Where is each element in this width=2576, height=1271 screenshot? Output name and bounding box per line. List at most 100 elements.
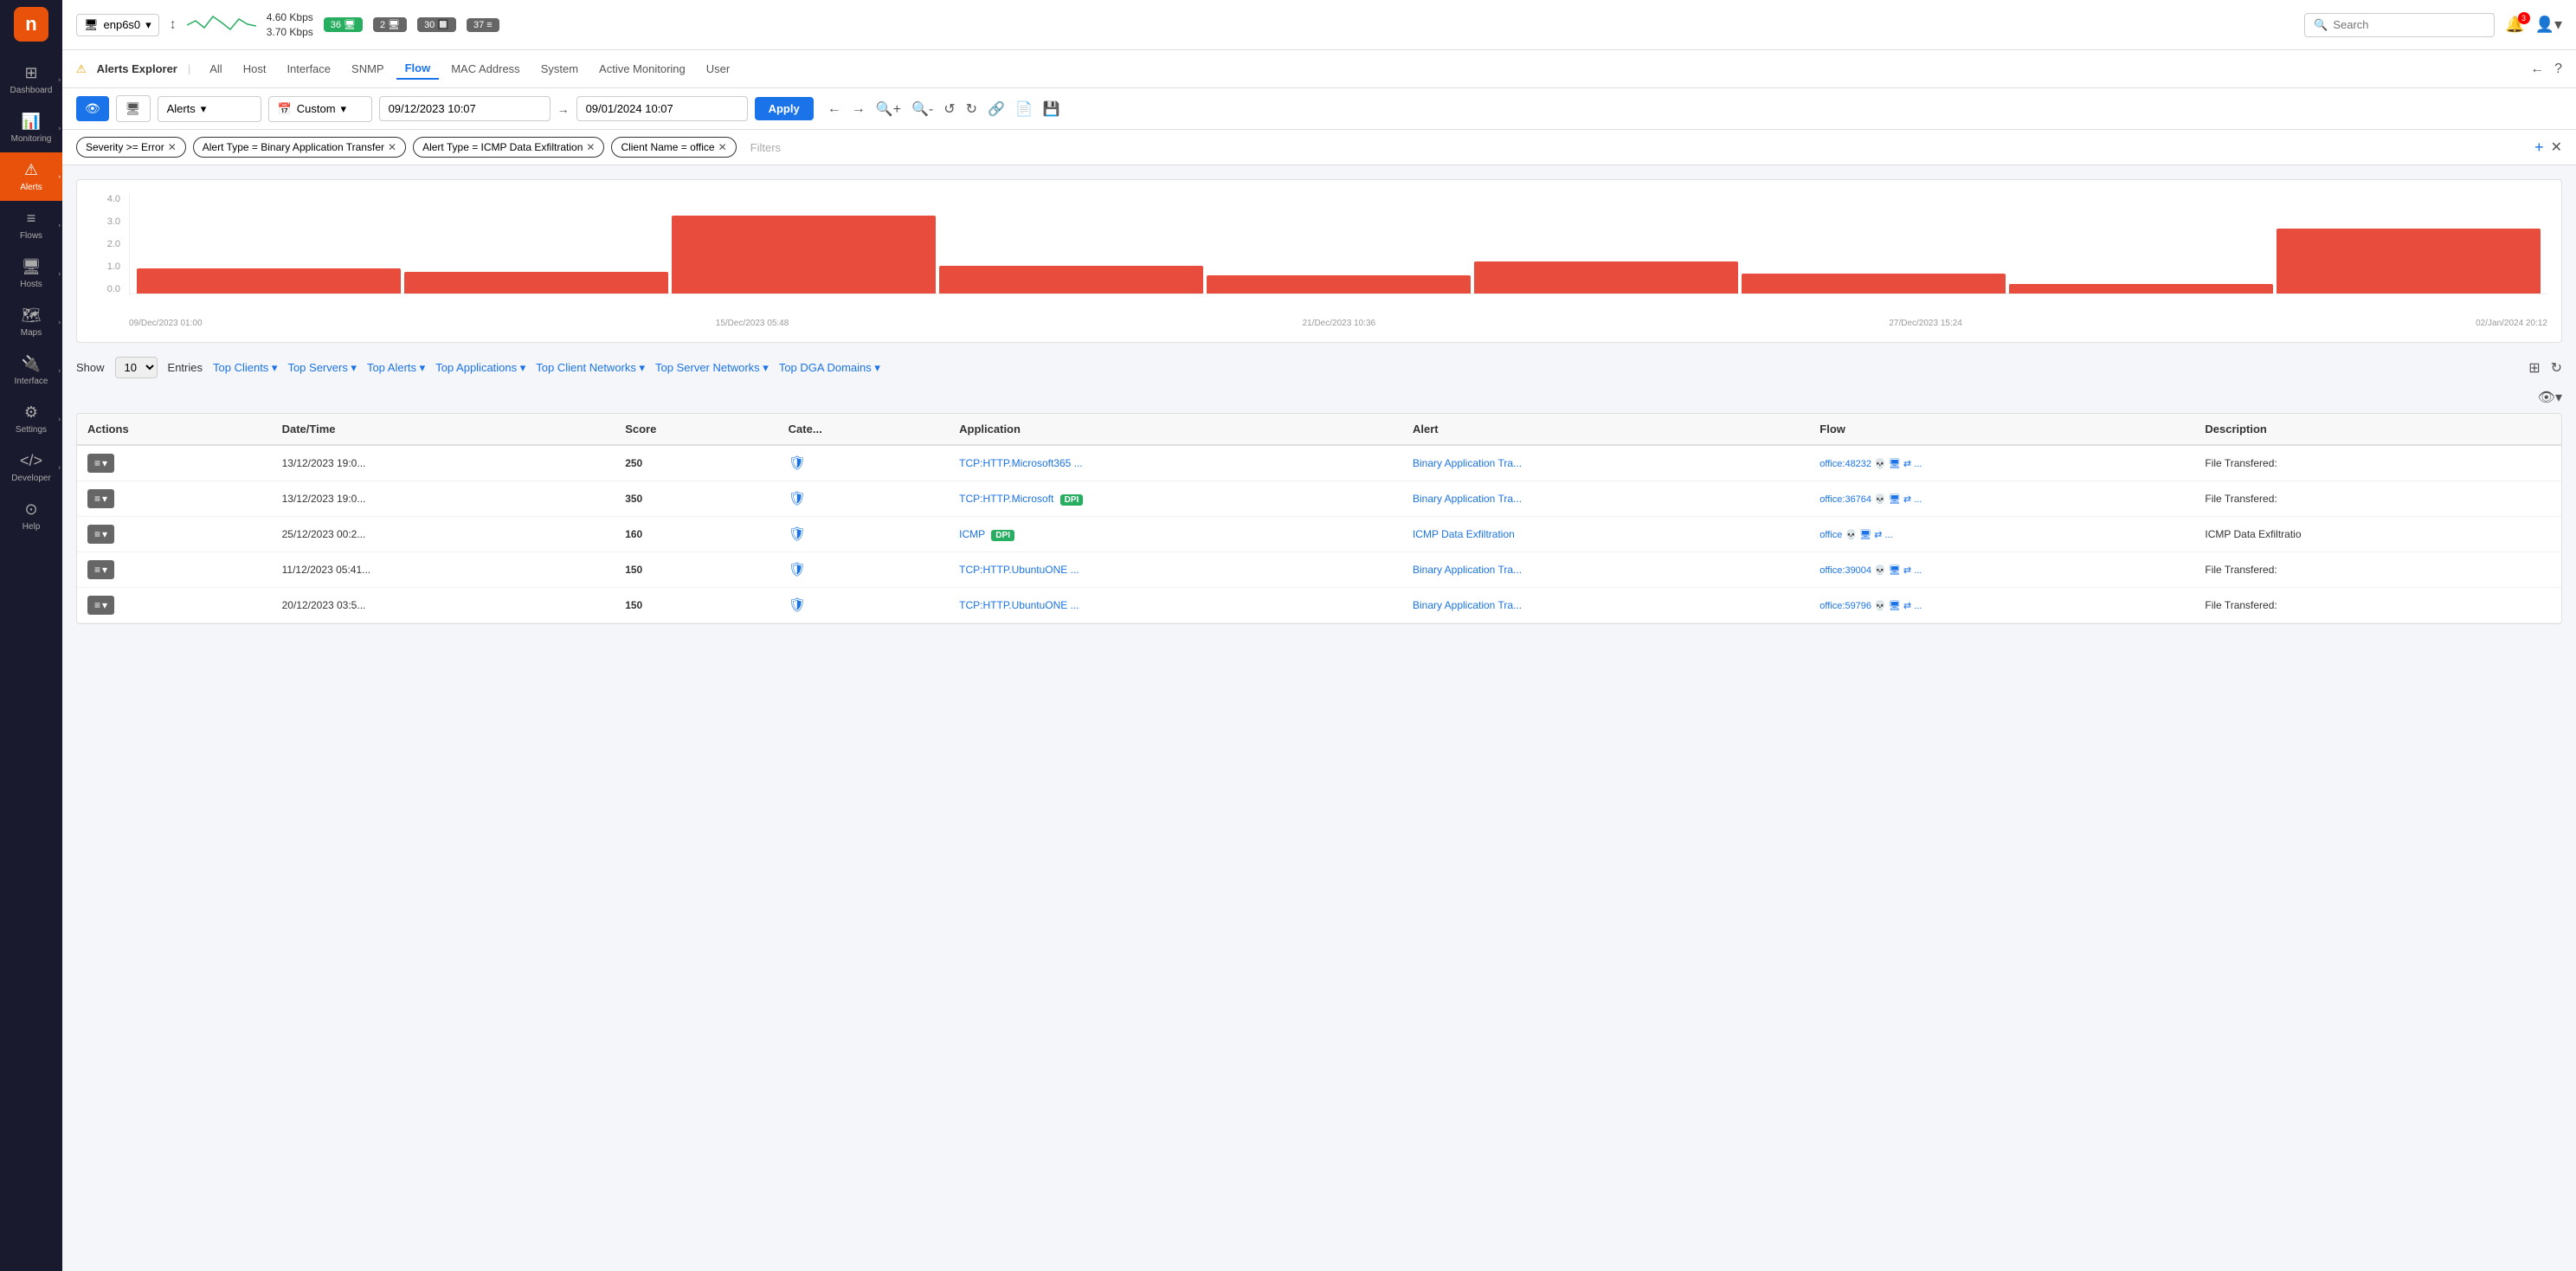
- permalink-button[interactable]: 🔗: [984, 97, 1008, 121]
- sidebar-item-interface[interactable]: 🔌 Interface ›: [0, 346, 62, 395]
- filter-remove-button[interactable]: ✕: [718, 141, 727, 153]
- application-link[interactable]: TCP:HTTP.Microsoft: [959, 493, 1053, 505]
- interface-icon: 🖥: [84, 18, 99, 32]
- col-header-flow[interactable]: Flow: [1809, 414, 2194, 445]
- xaxis-label: 21/Dec/2023 10:36: [1303, 319, 1376, 328]
- flow-link[interactable]: office 💀 🖥 ⇄ ...: [1819, 530, 1892, 540]
- tab-snmp[interactable]: SNMP: [343, 59, 393, 79]
- badge-hosts[interactable]: 36 🖥: [324, 17, 363, 32]
- sidebar-item-monitoring[interactable]: 📊 Monitoring ›: [0, 104, 62, 152]
- flow-link[interactable]: office:48232 💀 🖥 ⇄ ...: [1819, 459, 1922, 469]
- chart-bar: [672, 216, 936, 294]
- search-input[interactable]: [2333, 18, 2485, 31]
- top-client-networks-button[interactable]: Top Client Networks ▾: [536, 361, 645, 375]
- flow-link[interactable]: office:36764 💀 🖥 ⇄ ...: [1819, 494, 1922, 505]
- zoom-out-button[interactable]: 🔍-: [908, 97, 937, 121]
- apply-button[interactable]: Apply: [755, 97, 814, 120]
- application-link[interactable]: TCP:HTTP.UbuntuONE ...: [959, 599, 1079, 611]
- col-header-category[interactable]: Cate...: [778, 414, 949, 445]
- notification-button[interactable]: 🔔 3: [2505, 16, 2524, 34]
- flow-link[interactable]: office:59796 💀 🖥 ⇄ ...: [1819, 601, 1922, 611]
- alert-link[interactable]: Binary Application Tra...: [1413, 599, 1522, 611]
- col-header-description[interactable]: Description: [2194, 414, 2561, 445]
- alert-link[interactable]: Binary Application Tra...: [1413, 457, 1522, 469]
- filter-tools: ← → 🔍+ 🔍- ↺ ↻ 🔗 📄 💾: [824, 97, 1064, 121]
- application-link[interactable]: ICMP: [959, 528, 985, 540]
- refresh-table-button[interactable]: ↻: [2551, 359, 2562, 377]
- top-server-networks-button[interactable]: Top Server Networks ▾: [655, 361, 769, 375]
- top-clients-button[interactable]: Top Clients ▾: [213, 361, 277, 375]
- add-filter-button[interactable]: +: [2534, 139, 2544, 157]
- filter-remove-button[interactable]: ✕: [586, 141, 595, 153]
- col-header-application[interactable]: Application: [949, 414, 1402, 445]
- refresh-button[interactable]: ↻: [963, 97, 981, 121]
- prev-period-button[interactable]: ←: [824, 98, 845, 120]
- date-from-input[interactable]: [379, 96, 551, 121]
- next-period-button[interactable]: →: [848, 98, 869, 120]
- sidebar-item-developer[interactable]: </> Developer ›: [0, 443, 62, 492]
- top-alerts-button[interactable]: Top Alerts ▾: [367, 361, 425, 375]
- visibility-options-button[interactable]: 👁▾: [2538, 389, 2562, 406]
- alert-link[interactable]: Binary Application Tra...: [1413, 564, 1522, 576]
- tab-flow[interactable]: Flow: [396, 58, 440, 80]
- flow-link[interactable]: office:39004 💀 🖥 ⇄ ...: [1819, 565, 1922, 576]
- badge-2[interactable]: 2 🖥: [373, 17, 407, 32]
- filter-remove-button[interactable]: ✕: [168, 141, 177, 153]
- badge-30[interactable]: 30 🔲: [417, 17, 456, 32]
- reset-button[interactable]: ↺: [940, 97, 958, 121]
- col-header-score[interactable]: Score: [615, 414, 777, 445]
- row-action-button[interactable]: ≡ ▾: [87, 454, 114, 473]
- application-link[interactable]: TCP:HTTP.UbuntuONE ...: [959, 564, 1079, 576]
- application-link[interactable]: TCP:HTTP.Microsoft365 ...: [959, 457, 1082, 469]
- app-logo[interactable]: n: [14, 7, 48, 42]
- zoom-in-button[interactable]: 🔍+: [873, 97, 905, 121]
- row-action-button[interactable]: ≡ ▾: [87, 489, 114, 508]
- col-header-alert[interactable]: Alert: [1402, 414, 1809, 445]
- alert-link[interactable]: Binary Application Tra...: [1413, 493, 1522, 505]
- row-action-button[interactable]: ≡ ▾: [87, 525, 114, 544]
- cell-application: TCP:HTTP.Microsoft365 ...: [949, 445, 1402, 481]
- traffic-sparkline: [187, 12, 256, 38]
- search-box[interactable]: 🔍: [2304, 13, 2495, 37]
- chevron-icon: ›: [58, 76, 61, 84]
- filter-remove-button[interactable]: ✕: [388, 141, 396, 153]
- columns-toggle-button[interactable]: ⊞: [2528, 359, 2540, 377]
- dashboard-icon: ⊞: [24, 64, 37, 82]
- entries-select[interactable]: 10 25 50: [115, 357, 158, 378]
- row-action-button[interactable]: ≡ ▾: [87, 596, 114, 615]
- sidebar-item-settings[interactable]: ⚙ Settings ›: [0, 395, 62, 443]
- user-menu-button[interactable]: 👤▾: [2535, 16, 2562, 34]
- sidebar-item-alerts[interactable]: ⚠ Alerts ›: [0, 152, 62, 201]
- top-servers-button[interactable]: Top Servers ▾: [287, 361, 357, 375]
- tab-monitoring[interactable]: Active Monitoring: [590, 59, 694, 79]
- clear-filters-button[interactable]: ✕: [2551, 139, 2562, 156]
- col-header-datetime[interactable]: Date/Time: [272, 414, 615, 445]
- date-to-input[interactable]: [576, 96, 748, 121]
- sidebar-item-help[interactable]: ⊙ Help: [0, 492, 62, 540]
- save-button[interactable]: 💾: [1040, 97, 1064, 121]
- view-toggle-button[interactable]: 👁: [76, 96, 109, 121]
- time-preset-dropdown[interactable]: 📅 Custom ▾: [268, 96, 372, 122]
- sidebar-item-dashboard[interactable]: ⊞ Dashboard ›: [0, 55, 62, 104]
- sidebar-item-flows[interactable]: ≡ Flows ›: [0, 201, 62, 249]
- top-applications-button[interactable]: Top Applications ▾: [435, 361, 525, 375]
- back-button[interactable]: ←: [2530, 61, 2544, 77]
- sidebar-item-maps[interactable]: 🗺 Maps ›: [0, 298, 62, 346]
- export-button[interactable]: 📄: [1012, 97, 1036, 121]
- tab-mac[interactable]: MAC Address: [442, 59, 528, 79]
- tab-host[interactable]: Host: [235, 59, 275, 79]
- tab-user[interactable]: User: [698, 59, 738, 79]
- monitor-toggle-button[interactable]: 🖥: [116, 95, 151, 122]
- help-button[interactable]: ?: [2554, 61, 2562, 77]
- interface-selector[interactable]: 🖥 enp6s0 ▾: [76, 14, 159, 36]
- row-action-button[interactable]: ≡ ▾: [87, 560, 114, 579]
- badge-37[interactable]: 37 ≡: [467, 18, 499, 32]
- tab-interface[interactable]: Interface: [278, 59, 339, 79]
- yaxis-label: 2.0: [107, 239, 120, 249]
- tab-all[interactable]: All: [201, 59, 230, 79]
- type-dropdown[interactable]: Alerts ▾: [158, 96, 261, 122]
- top-dga-domains-button[interactable]: Top DGA Domains ▾: [779, 361, 880, 375]
- sidebar-item-hosts[interactable]: 🖥 Hosts ›: [0, 249, 62, 298]
- alert-link[interactable]: ICMP Data Exfiltration: [1413, 528, 1515, 540]
- tab-system[interactable]: System: [532, 59, 587, 79]
